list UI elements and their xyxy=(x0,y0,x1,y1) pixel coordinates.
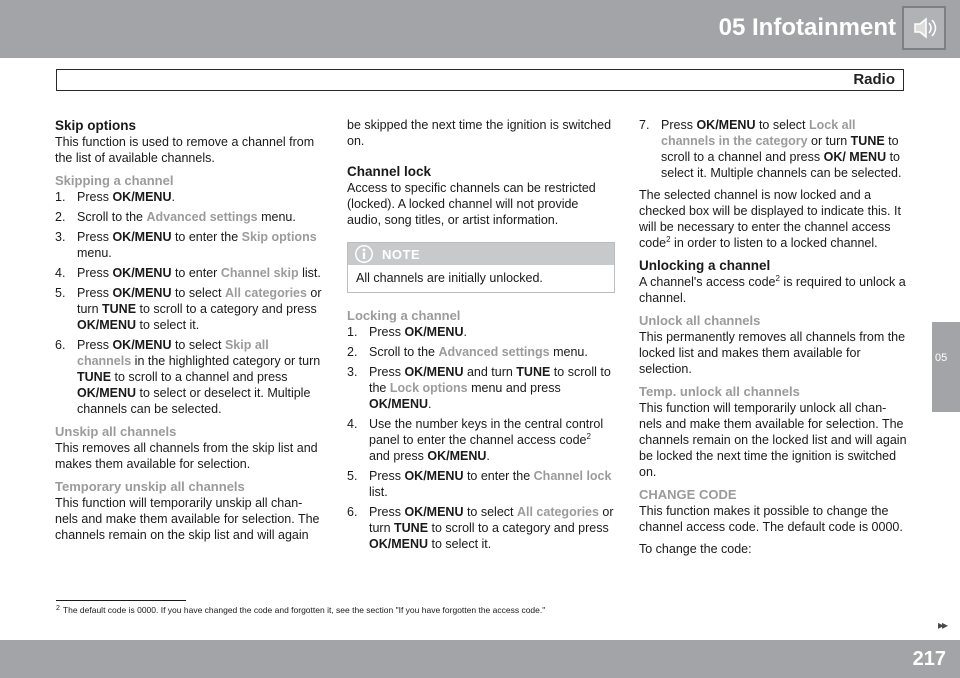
paragraph-skip-intro: This function is used to remove a channe… xyxy=(55,135,315,165)
heading-unskip-all: Unskip all channels xyxy=(55,424,177,439)
paragraph-selected-locked: The selected channel is now locked and a… xyxy=(639,188,901,250)
list-item: 5. Press OK/MENU to enter the Channel loc… xyxy=(347,469,612,499)
paragraph-temp-unlock: This function will temporarily unlock al… xyxy=(639,401,907,479)
note-box: NOTE All channels are initially unlocked… xyxy=(347,242,615,293)
heading-temporary-unskip: Temporary unskip all channels xyxy=(55,479,245,494)
list-item: 2. Scroll to the Advanced settings menu. xyxy=(55,210,296,224)
column-3: 7. Press OK/MENU to select Lock all chann… xyxy=(639,117,909,563)
list-item: 1. Press OK/MENU. xyxy=(347,325,467,339)
paragraph-channel-lock: Access to specific channels can be restr… xyxy=(347,181,596,227)
list-item: 3. Press OK/MENU to enter the Skip option… xyxy=(55,230,317,260)
chapter-side-tab: 05 xyxy=(932,322,960,412)
heading-skip-options: Skip options xyxy=(55,118,136,133)
skip-steps-list: 1. Press OK/MENU. 2. Scroll to the Advance… xyxy=(55,189,325,417)
list-item: 1. Press OK/MENU. xyxy=(55,190,175,204)
list-item: 4. Use the number keys in the central con… xyxy=(347,417,604,463)
heading-locking-channel: Locking a channel xyxy=(347,308,461,323)
list-item: 4. Press OK/MENU to enter Channel skip li… xyxy=(55,266,321,280)
heading-skipping-channel: Skipping a channel xyxy=(55,173,174,188)
column-2: be skipped the next time the ignition is… xyxy=(347,117,615,558)
footnote-divider xyxy=(56,600,186,601)
column-1: Skip options This function is used to re… xyxy=(55,117,325,549)
page-number: 217 xyxy=(912,648,946,670)
chapter-title: 05 Infotainment xyxy=(718,14,896,41)
note-header: NOTE xyxy=(348,243,614,265)
note-title: NOTE xyxy=(382,247,421,262)
paragraph-change-code: This function makes it possible to chang… xyxy=(639,504,903,534)
speaker-icon xyxy=(902,6,946,50)
paragraph-unlock-all: This permanently removes all channels fr… xyxy=(639,330,906,376)
heading-change-code: CHANGE CODE xyxy=(639,487,737,502)
heading-channel-lock: Channel lock xyxy=(347,164,432,179)
list-item: 5. Press OK/MENU to select All categories… xyxy=(55,286,322,332)
section-title: Radio xyxy=(853,71,895,88)
list-item: 2. Scroll to the Advanced settings menu. xyxy=(347,345,588,359)
side-tab-label: 05 xyxy=(935,352,948,364)
list-item: 6. Press OK/MENU to select Skip all chann… xyxy=(55,338,321,416)
lock-steps-list: 1. Press OK/MENU. 2. Scroll to the Advance… xyxy=(347,324,615,552)
paragraph-continued: be skipped the next time the ignition is… xyxy=(347,118,612,148)
note-text: All channels are initially unlocked. xyxy=(356,271,543,285)
list-item: 3. Press OK/MENU and turn TUNE to scroll … xyxy=(347,365,611,411)
footnote-text: The default code is 0000. If you have ch… xyxy=(62,605,546,615)
list-item: 7. Press OK/MENU to select Lock all chann… xyxy=(639,118,902,180)
chapter-header-bar: 05 Infotainment xyxy=(0,0,960,58)
footnote: 2 The default code is 0000. If you have c… xyxy=(56,605,545,615)
lock-steps-list-continued: 7. Press OK/MENU to select Lock all chann… xyxy=(639,117,909,181)
paragraph-change-instructions: To change the code: xyxy=(639,542,752,556)
info-icon xyxy=(354,244,374,264)
section-header: Radio xyxy=(56,69,904,91)
footnote-mark: 2 xyxy=(56,605,60,612)
paragraph-temporary-unskip: This function will temporarily unskip al… xyxy=(55,496,320,542)
list-item: 6. Press OK/MENU to select All categories… xyxy=(347,505,614,551)
paragraph-unlocking: A channel's access code2 is required to … xyxy=(639,273,906,305)
footer-bar: 217 xyxy=(0,640,960,678)
heading-temp-unlock: Temp. unlock all channels xyxy=(639,384,800,399)
heading-unlocking-channel: Unlocking a channel xyxy=(639,258,771,273)
paragraph-unskip-all: This removes all channels from the skip … xyxy=(55,441,318,471)
next-page-arrows-icon: ▸▸ xyxy=(937,618,948,632)
heading-unlock-all: Unlock all channels xyxy=(639,313,761,328)
